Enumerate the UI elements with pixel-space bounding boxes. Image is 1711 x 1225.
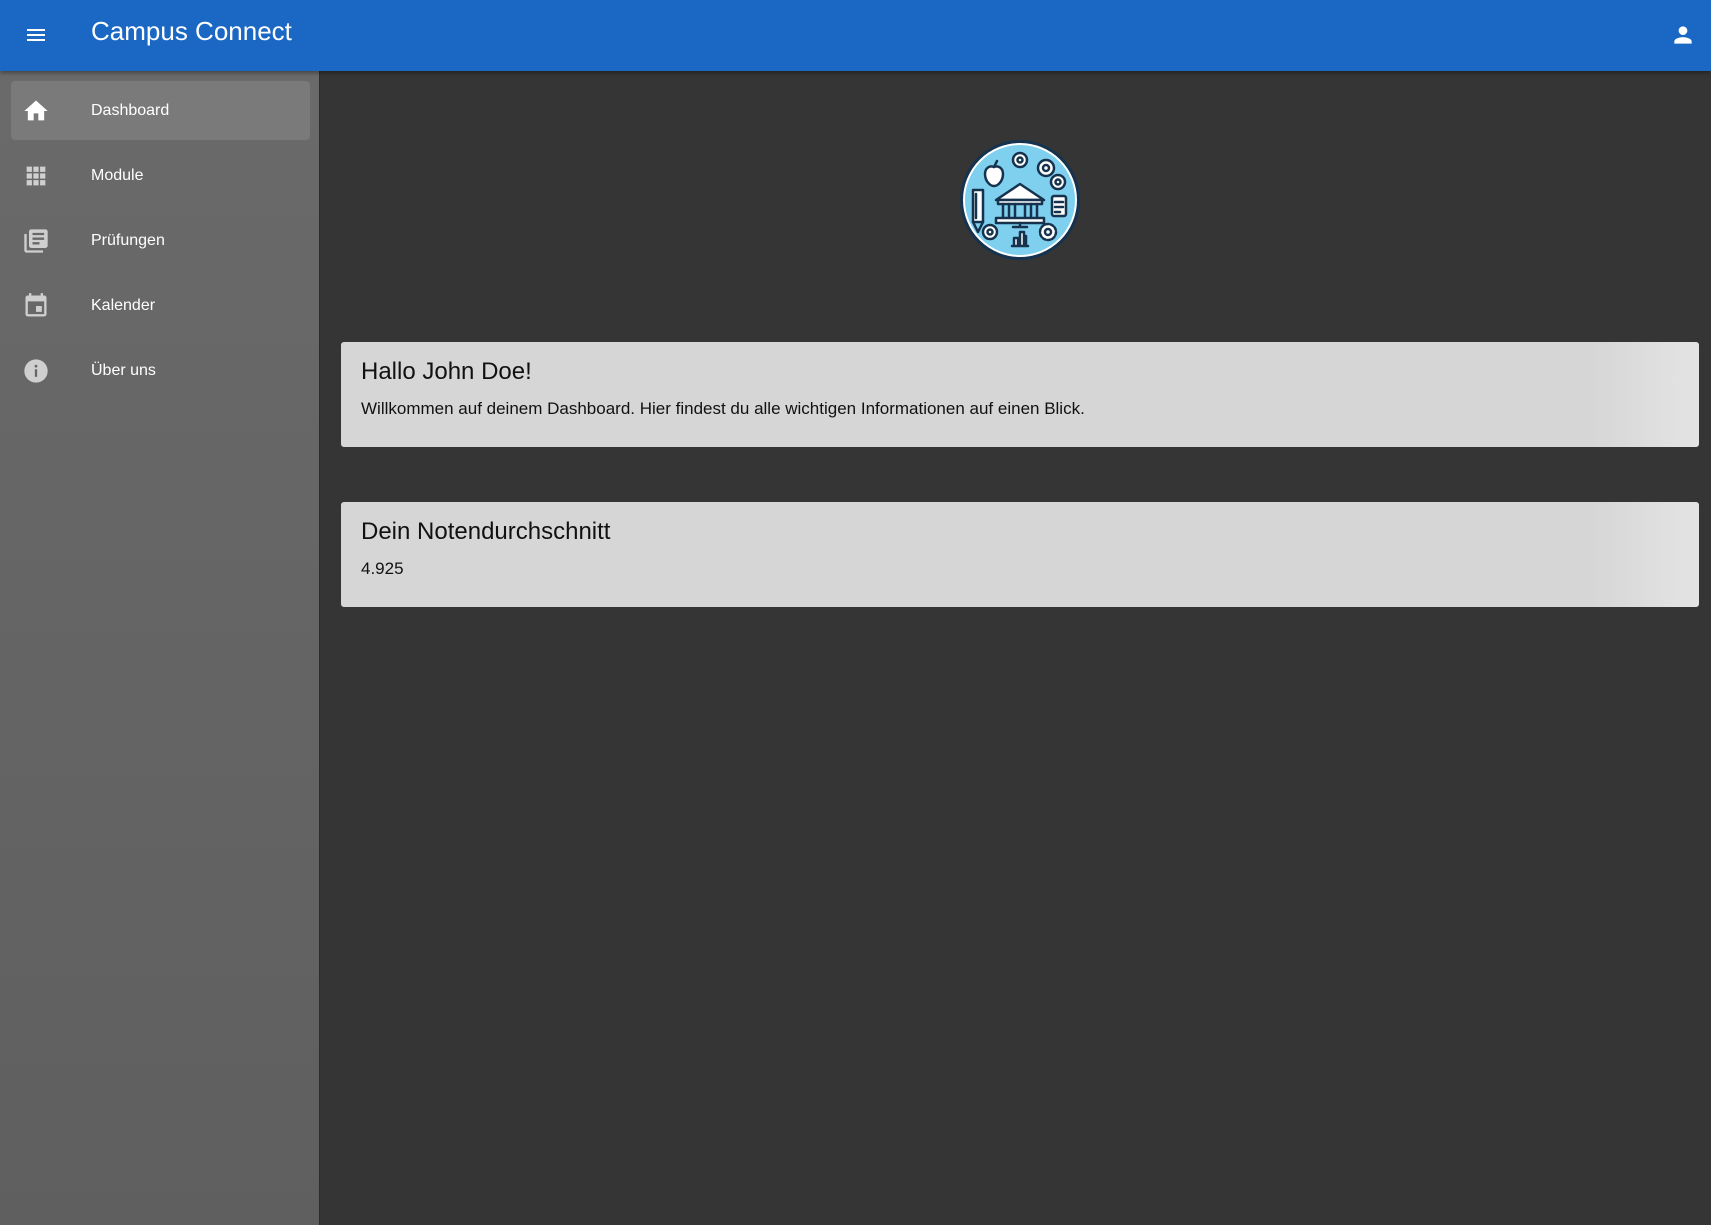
grid-icon xyxy=(22,162,50,190)
campus-logo-icon xyxy=(958,138,1082,262)
app-title: Campus Connect xyxy=(91,16,292,46)
library-books-icon xyxy=(22,227,50,255)
sidebar-item-label: Über uns xyxy=(91,362,156,379)
sidebar-item-ueber-uns[interactable]: Über uns xyxy=(11,341,310,400)
welcome-card: Hallo John Doe! Willkommen auf deinem Da… xyxy=(341,342,1699,447)
main-content: Hallo John Doe! Willkommen auf deinem Da… xyxy=(320,71,1711,1225)
top-app-bar: Campus Connect xyxy=(0,0,1711,71)
calendar-icon xyxy=(22,292,50,320)
home-icon xyxy=(22,97,50,125)
sidebar-item-label: Dashboard xyxy=(91,102,170,119)
sidebar-item-dashboard[interactable]: Dashboard xyxy=(11,81,310,140)
sidebar: Dashboard Module Prüfungen Kalender Über xyxy=(0,71,320,1225)
sidebar-item-label: Prüfungen xyxy=(91,232,165,249)
grade-average-value: 4.925 xyxy=(361,559,404,578)
account-button[interactable] xyxy=(1665,17,1701,53)
sidebar-item-kalender[interactable]: Kalender xyxy=(11,276,310,335)
sidebar-item-label: Kalender xyxy=(91,297,156,314)
info-icon xyxy=(22,357,50,385)
sidebar-item-module[interactable]: Module xyxy=(11,146,310,205)
hamburger-menu-icon xyxy=(27,29,45,41)
person-icon xyxy=(1674,26,1692,44)
sidebar-item-pruefungen[interactable]: Prüfungen xyxy=(11,211,310,270)
sidebar-item-label: Module xyxy=(91,167,144,184)
app-root: Campus Connect Dashboard Module Prüfunge… xyxy=(0,0,1711,1225)
menu-button[interactable] xyxy=(18,17,54,53)
welcome-title: Hallo John Doe! xyxy=(361,358,532,385)
grade-average-card: Dein Notendurchschnitt 4.925 xyxy=(341,502,1699,607)
grade-average-title: Dein Notendurchschnitt xyxy=(361,518,611,545)
welcome-text: Willkommen auf deinem Dashboard. Hier fi… xyxy=(361,399,1085,418)
